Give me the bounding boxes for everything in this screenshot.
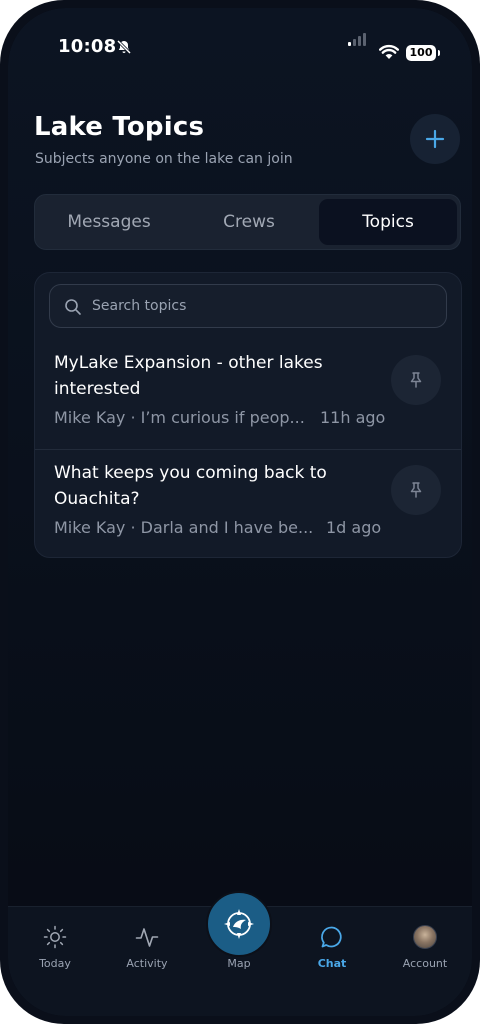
nav-label-map[interactable]: Map [206, 957, 272, 970]
nav-label: Chat [317, 957, 347, 970]
wifi-icon [379, 44, 399, 59]
nav-account[interactable]: Account [385, 907, 465, 987]
topic-title: MyLake Expansion - other lakes intereste… [54, 353, 323, 399]
activity-icon [135, 928, 159, 947]
topic-title: What keeps you coming back to Ouachita? [54, 463, 327, 509]
pin-icon [410, 482, 422, 498]
nav-today[interactable]: Today [15, 907, 95, 987]
bottom-nav: Today Activity Map Chat Account [8, 891, 472, 1016]
search-input[interactable] [92, 285, 432, 327]
plus-icon [425, 129, 445, 149]
nav-label: Activity [126, 957, 168, 970]
chat-bubble-icon [321, 926, 342, 948]
tab-messages[interactable]: Messages [39, 199, 179, 245]
screen: 10:08 100 Lake Topics Subjects anyone on… [8, 8, 472, 1016]
page-subtitle: Subjects anyone on the lake can join [35, 151, 293, 167]
add-topic-button[interactable] [410, 114, 460, 164]
phone-frame: 10:08 100 Lake Topics Subjects anyone on… [0, 0, 480, 1024]
search-box [49, 284, 447, 328]
topic-time: 1d ago [326, 518, 382, 537]
pin-button[interactable] [391, 465, 441, 515]
topic-preview: Mike Kay · Darla and I have be... [54, 518, 314, 537]
compass-icon [224, 909, 254, 939]
tab-crews[interactable]: Crews [179, 199, 319, 245]
avatar [413, 925, 437, 949]
tab-topics[interactable]: Topics [319, 199, 457, 245]
sun-icon [43, 925, 67, 949]
bell-muted-icon [116, 39, 132, 55]
search-icon [65, 299, 81, 315]
pin-button[interactable] [391, 355, 441, 405]
topic-preview: Mike Kay · I’m curious if peop... [54, 408, 305, 427]
topics-card: MyLake Expansion - other lakes intereste… [34, 272, 462, 558]
segmented-tabs: Messages Crews Topics [34, 194, 461, 250]
nav-activity[interactable]: Activity [107, 907, 187, 987]
nav-label: Account [402, 957, 448, 970]
page-title: Lake Topics [34, 112, 205, 142]
topic-row[interactable]: What keeps you coming back to Ouachita? … [35, 449, 461, 560]
pin-icon [410, 372, 422, 388]
map-button[interactable] [206, 891, 272, 957]
status-time: 10:08 [58, 36, 117, 57]
battery-indicator: 100 [406, 45, 440, 61]
nav-label: Today [39, 957, 71, 970]
nav-chat[interactable]: Chat [292, 907, 372, 987]
topic-row[interactable]: MyLake Expansion - other lakes intereste… [35, 339, 461, 449]
topic-time: 11h ago [320, 408, 386, 427]
